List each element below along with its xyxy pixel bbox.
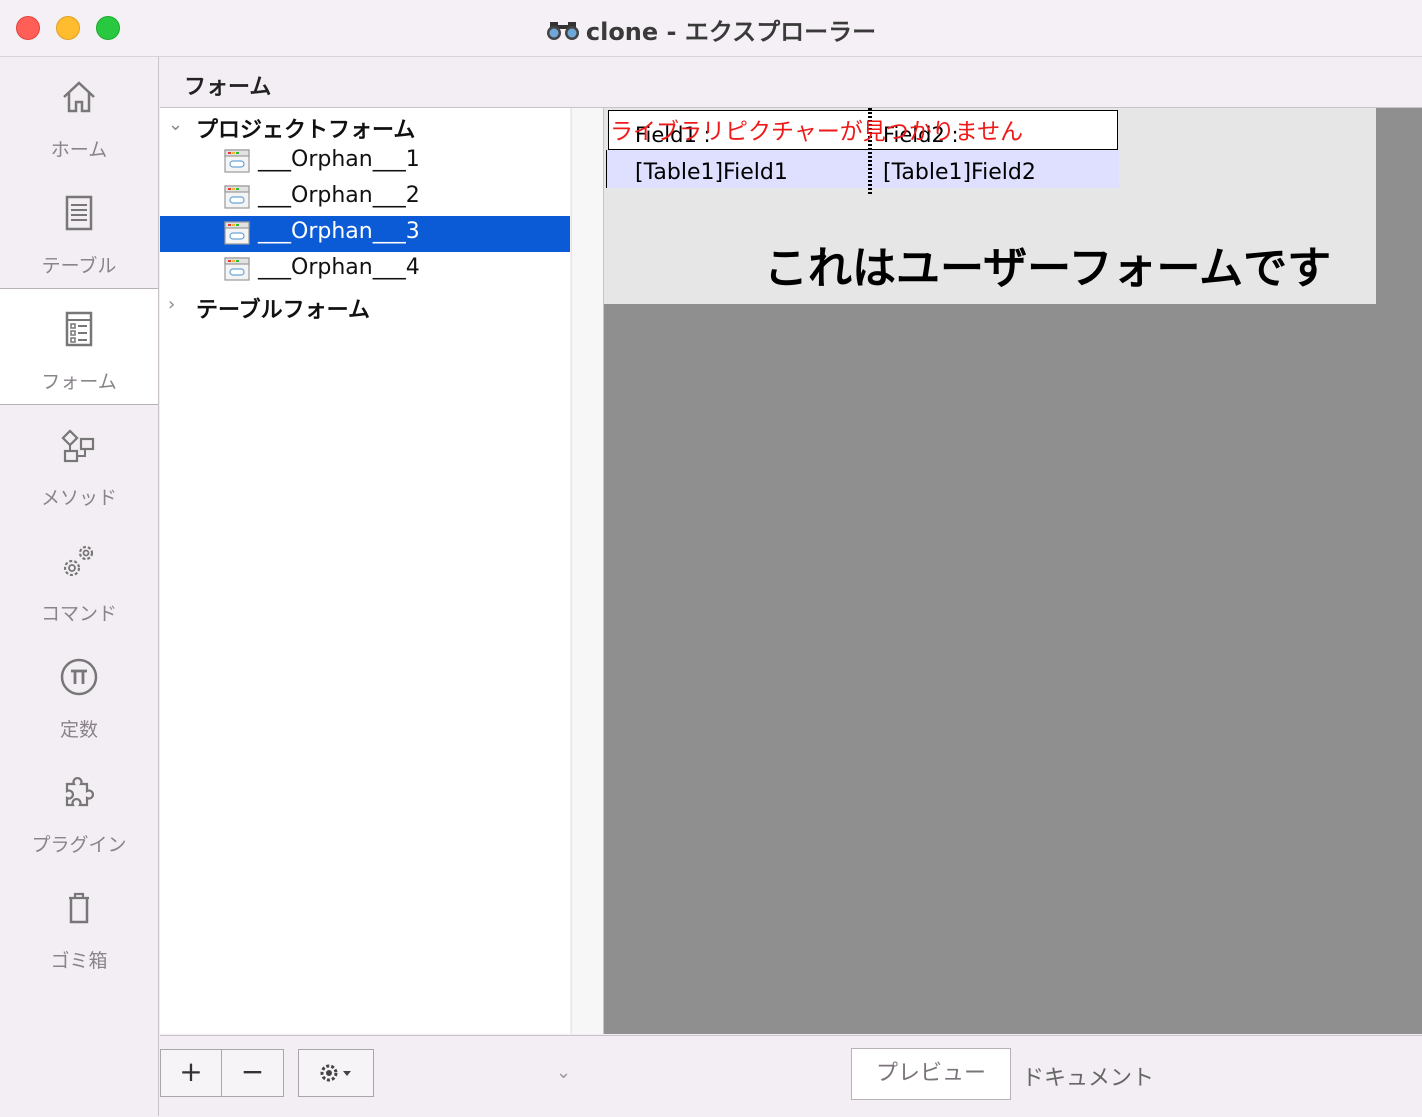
tree-item-form[interactable]: ___Orphan___2 bbox=[160, 180, 570, 216]
data-field1: [Table1]Field1 bbox=[635, 160, 788, 185]
chevron-down-icon[interactable]: ⌄ bbox=[556, 1062, 571, 1083]
table-icon bbox=[65, 195, 93, 231]
window-title-container: clone - エクスプローラー bbox=[0, 12, 1422, 47]
sidebar-item-trash[interactable]: ゴミ箱 bbox=[0, 868, 158, 983]
sidebar-item-plugins[interactable]: プラグイン bbox=[0, 752, 158, 867]
sidebar-item-form[interactable]: フォーム bbox=[0, 288, 158, 405]
sidebar-item-table[interactable]: テーブル bbox=[0, 173, 158, 288]
tree-group-table-forms[interactable]: › テーブルフォーム bbox=[160, 288, 570, 324]
trash-icon bbox=[69, 892, 89, 924]
tree-item-label: ___Orphan___4 bbox=[258, 255, 420, 280]
bottom-toolbar: + − ⌄ プレビュー ドキュメント bbox=[160, 1035, 1422, 1117]
section-header: フォーム bbox=[160, 57, 1422, 108]
form-file-icon bbox=[224, 221, 250, 245]
sidebar-item-method[interactable]: メソッド bbox=[0, 405, 158, 520]
tree-item-label: ___Orphan___1 bbox=[258, 147, 420, 172]
form-file-icon bbox=[224, 257, 250, 281]
document-label[interactable]: ドキュメント bbox=[1022, 1060, 1154, 1092]
sidebar-item-command[interactable]: コマンド bbox=[0, 521, 158, 636]
tree-group-label: プロジェクトフォーム bbox=[196, 118, 416, 143]
form-icon bbox=[65, 311, 93, 347]
tree-item-label: ___Orphan___2 bbox=[258, 183, 420, 208]
tree-item-label: ___Orphan___3 bbox=[258, 219, 420, 244]
window-title: clone - エクスプローラー bbox=[585, 18, 877, 46]
sidebar-item-label: プラグイン bbox=[31, 834, 127, 856]
pi-icon bbox=[60, 658, 98, 696]
tree-group-label: テーブルフォーム bbox=[196, 298, 371, 323]
form-file-icon bbox=[224, 185, 250, 209]
data-field2: [Table1]Field2 bbox=[883, 160, 1036, 185]
sidebar-item-label: フォーム bbox=[41, 371, 117, 393]
chevron-right-icon[interactable]: › bbox=[168, 294, 175, 315]
sidebar-item-label: メソッド bbox=[40, 487, 117, 509]
tree-item-form-selected[interactable]: ___Orphan___3 bbox=[160, 216, 570, 252]
form-data-row: [Table1]Field1 [Table1]Field2 bbox=[606, 150, 1119, 188]
page-title: フォーム bbox=[184, 75, 272, 100]
form-caption: これはユーザーフォームです bbox=[764, 243, 1332, 294]
add-button[interactable]: + bbox=[160, 1049, 222, 1097]
preview-button[interactable]: プレビュー bbox=[851, 1048, 1011, 1100]
form-tree: ⌄ プロジェクトフォーム ___Orphan___1 ___Orphan___2 bbox=[160, 108, 570, 1034]
gear-icon bbox=[320, 1064, 351, 1082]
binoculars-icon bbox=[546, 19, 580, 47]
sidebar: ホーム テーブル フォーム メソッド コマンド 定数 プラグイン ゴミ箱 bbox=[0, 57, 159, 1116]
method-icon bbox=[61, 429, 95, 463]
tree-item-form[interactable]: ___Orphan___1 bbox=[160, 144, 570, 180]
title-bar: clone - エクスプローラー bbox=[0, 0, 1422, 57]
puzzle-icon bbox=[65, 776, 95, 807]
missing-picture-error: ライブラリピクチャーが見つかりません bbox=[610, 119, 1024, 145]
sidebar-item-label: コマンド bbox=[40, 603, 117, 625]
remove-button[interactable]: − bbox=[221, 1049, 284, 1097]
sidebar-item-label: 定数 bbox=[59, 719, 98, 741]
sidebar-item-label: ゴミ箱 bbox=[50, 950, 108, 972]
form-canvas: Field1 : Field2 : [Table1]Field1 [Table1… bbox=[604, 108, 1376, 304]
chevron-down-icon[interactable]: ⌄ bbox=[168, 114, 183, 135]
actions-menu-button[interactable] bbox=[298, 1049, 374, 1097]
form-preview: Field1 : Field2 : [Table1]Field1 [Table1… bbox=[604, 108, 1422, 1034]
tree-group-project-forms[interactable]: ⌄ プロジェクトフォーム bbox=[160, 108, 570, 144]
sidebar-item-constants[interactable]: 定数 bbox=[0, 637, 158, 752]
gears-icon bbox=[63, 545, 94, 577]
form-file-icon bbox=[224, 149, 250, 173]
tree-item-form[interactable]: ___Orphan___4 bbox=[160, 252, 570, 288]
tree-scroll-gutter[interactable] bbox=[571, 108, 604, 1034]
sidebar-item-label: テーブル bbox=[41, 255, 117, 277]
sidebar-item-home[interactable]: ホーム bbox=[0, 57, 158, 172]
home-icon bbox=[63, 81, 95, 113]
explorer-window: clone - エクスプローラー ホーム テーブル フォーム メソッド コマンド… bbox=[0, 0, 1422, 1117]
sidebar-item-label: ホーム bbox=[50, 139, 108, 161]
